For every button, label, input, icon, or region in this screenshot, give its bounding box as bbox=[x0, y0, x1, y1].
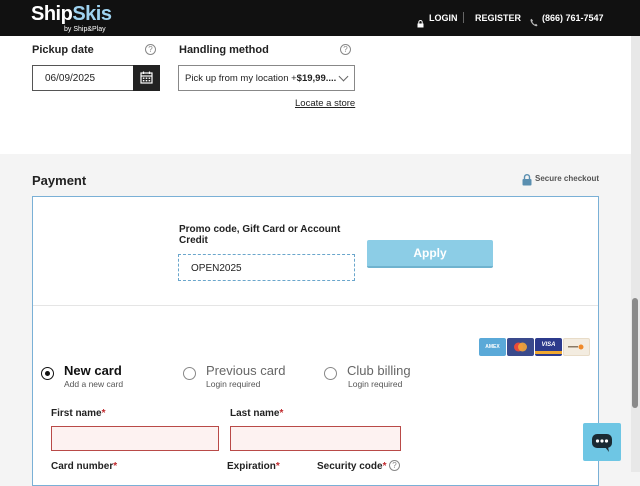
promo-code-input[interactable]: OPEN2025 bbox=[178, 254, 355, 281]
nav-divider bbox=[463, 12, 464, 23]
handling-method-label: Handling method bbox=[179, 44, 269, 56]
shipskis-logo[interactable]: ShipSkis by Ship&Play bbox=[31, 3, 112, 33]
security-code-label: Security code* bbox=[317, 461, 387, 472]
new-card-radio[interactable] bbox=[41, 367, 54, 380]
phone-number[interactable]: (866) 761-7547 bbox=[542, 13, 604, 23]
mastercard-logo bbox=[507, 338, 534, 356]
handling-method-value: Pick up from my location + bbox=[185, 73, 297, 84]
new-card-title[interactable]: New card bbox=[64, 363, 122, 378]
calendar-button[interactable] bbox=[133, 65, 160, 91]
register-link[interactable]: REGISTER bbox=[475, 13, 521, 23]
chat-button[interactable] bbox=[583, 423, 621, 461]
lock-icon bbox=[417, 15, 424, 33]
club-billing-radio[interactable] bbox=[324, 367, 337, 380]
previous-card-radio[interactable] bbox=[183, 367, 196, 380]
last-name-label: Last name* bbox=[230, 408, 284, 419]
security-code-help-icon[interactable]: ? bbox=[389, 460, 400, 471]
brand-subtitle: by Ship&Play bbox=[64, 26, 106, 33]
page-scrollbar[interactable] bbox=[631, 36, 640, 472]
scrollbar-thumb[interactable] bbox=[632, 298, 638, 408]
amex-logo: AMEX bbox=[479, 338, 506, 356]
club-billing-subtitle: Login required bbox=[348, 379, 403, 389]
handling-method-select[interactable]: Pick up from my location +$19,99.... bbox=[178, 65, 355, 91]
club-billing-title[interactable]: Club billing bbox=[347, 363, 411, 378]
previous-card-title[interactable]: Previous card bbox=[206, 363, 285, 378]
visa-logo: VISA bbox=[535, 338, 562, 356]
previous-card-subtitle: Login required bbox=[206, 379, 261, 389]
card-number-label: Card number* bbox=[51, 461, 118, 472]
top-navigation-bar: ShipSkis by Ship&Play LOGIN REGISTER (86… bbox=[0, 0, 640, 36]
handling-help-icon[interactable]: ? bbox=[340, 44, 351, 55]
brand-main: Ship bbox=[31, 3, 73, 25]
locate-store-link[interactable]: Locate a store bbox=[295, 98, 355, 109]
expiration-label: Expiration* bbox=[227, 461, 280, 472]
payment-title: Payment bbox=[32, 173, 87, 188]
first-name-label: First name* bbox=[51, 408, 106, 419]
discover-logo bbox=[563, 338, 590, 356]
promo-code-label: Promo code, Gift Card or Account Credit bbox=[179, 224, 341, 246]
pickup-date-label: Pickup date bbox=[32, 44, 94, 56]
pickup-date-input[interactable]: 06/09/2025 bbox=[32, 65, 133, 91]
last-name-input[interactable] bbox=[230, 426, 401, 451]
brand-accent: Skis bbox=[72, 3, 112, 25]
secure-lock-icon bbox=[522, 173, 532, 191]
first-name-input[interactable] bbox=[51, 426, 219, 451]
handling-method-price: $19,99.... bbox=[296, 73, 337, 84]
apply-button[interactable]: Apply bbox=[367, 240, 493, 268]
pickup-help-icon[interactable]: ? bbox=[145, 44, 156, 55]
new-card-subtitle: Add a new card bbox=[64, 379, 124, 389]
login-link[interactable]: LOGIN bbox=[429, 13, 458, 23]
calendar-icon bbox=[140, 71, 153, 84]
secure-checkout-text: Secure checkout bbox=[535, 174, 600, 183]
pickup-section bbox=[0, 36, 631, 154]
visa-logo-text: VISA bbox=[541, 342, 556, 348]
chat-icon bbox=[592, 434, 612, 452]
phone-icon bbox=[530, 14, 538, 32]
panel-divider bbox=[33, 305, 598, 306]
